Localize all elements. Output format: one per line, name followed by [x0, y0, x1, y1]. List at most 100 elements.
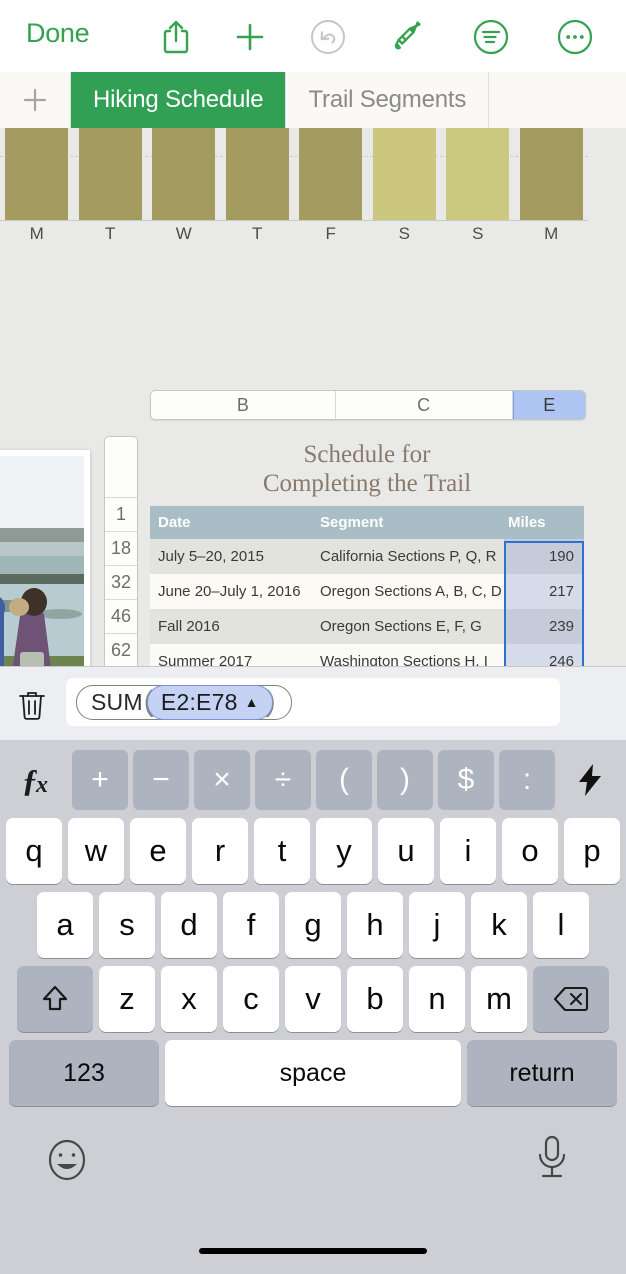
table-title[interactable]: Schedule for Completing the Trail: [150, 440, 584, 498]
operator-key-plus[interactable]: +: [72, 750, 128, 810]
cell-miles[interactable]: 239: [504, 609, 584, 644]
cell-date[interactable]: Summer 2017: [150, 644, 320, 666]
sheet-tab-hiking-schedule[interactable]: Hiking Schedule: [71, 72, 287, 128]
key-h[interactable]: h: [347, 892, 403, 958]
key-v[interactable]: v: [285, 966, 341, 1032]
spreadsheet-canvas[interactable]: M T W T F S S M B C E 1 18 32 46 62 Sche…: [0, 128, 626, 666]
row-header-46[interactable]: 46: [105, 600, 137, 634]
operator-key-dollar[interactable]: $: [438, 750, 494, 810]
header-cell-date: Date: [158, 514, 191, 531]
cell-segment[interactable]: Oregon Sections A, B, C, D: [320, 574, 504, 609]
trash-icon[interactable]: [17, 689, 47, 721]
key-m[interactable]: m: [471, 966, 527, 1032]
key-u[interactable]: u: [378, 818, 434, 884]
chevron-up-icon[interactable]: ▲: [245, 694, 259, 710]
table-row[interactable]: Fall 2016 Oregon Sections E, F, G 239: [150, 609, 584, 644]
chart-x-tick: F: [325, 224, 336, 243]
cell-date[interactable]: June 20–July 1, 2016: [150, 574, 320, 609]
format-brush-icon[interactable]: [387, 16, 429, 58]
key-t[interactable]: t: [254, 818, 310, 884]
sheet-tab-overflow[interactable]: [489, 72, 626, 128]
key-k[interactable]: k: [471, 892, 527, 958]
undo-icon[interactable]: [307, 16, 349, 58]
table-row[interactable]: July 5–20, 2015 California Sections P, Q…: [150, 539, 584, 574]
row-header-1[interactable]: 1: [105, 498, 137, 532]
key-b[interactable]: b: [347, 966, 403, 1032]
column-header-label: B: [236, 394, 249, 415]
row-header-62[interactable]: 62: [105, 634, 137, 666]
column-header-b[interactable]: B: [151, 391, 336, 419]
operator-key-colon[interactable]: :: [499, 750, 555, 810]
cell-miles[interactable]: 190: [504, 539, 584, 574]
schedule-table[interactable]: Date Segment Miles July 5–20, 2015 Calif…: [150, 506, 584, 666]
cell-miles[interactable]: 246: [504, 644, 584, 666]
bar-chart[interactable]: M T W T F S S M: [0, 128, 588, 246]
operator-key-multiply[interactable]: ×: [194, 750, 250, 810]
formula-range-token[interactable]: E2:E78 ▲: [146, 684, 273, 720]
key-o[interactable]: o: [502, 818, 558, 884]
key-j[interactable]: j: [409, 892, 465, 958]
numbers-key[interactable]: 123: [9, 1040, 159, 1106]
chart-bar-item: [368, 128, 442, 220]
key-n[interactable]: n: [409, 966, 465, 1032]
key-e[interactable]: e: [130, 818, 186, 884]
header-cell-segment: Segment: [320, 514, 384, 531]
emoji-icon[interactable]: [44, 1136, 92, 1184]
key-l[interactable]: l: [533, 892, 589, 958]
table-row[interactable]: June 20–July 1, 2016 Oregon Sections A, …: [150, 574, 584, 609]
key-x[interactable]: x: [161, 966, 217, 1032]
key-d[interactable]: d: [161, 892, 217, 958]
shift-icon[interactable]: [17, 966, 93, 1032]
formula-function-token[interactable]: SUM ( E2:E78 ▲ ): [76, 684, 292, 720]
formula-input-field[interactable]: SUM ( E2:E78 ▲ ): [66, 678, 560, 726]
cell-date[interactable]: July 5–20, 2015: [150, 539, 320, 574]
sheet-tab-trail-segments[interactable]: Trail Segments: [286, 72, 490, 128]
photo-thumbnail[interactable]: [0, 450, 90, 666]
cell-date[interactable]: Fall 2016: [150, 609, 320, 644]
row-header-label: 62: [110, 640, 132, 660]
sheet-tab-label: Hiking Schedule: [93, 86, 264, 113]
row-header-label: 18: [110, 538, 132, 558]
key-y[interactable]: y: [316, 818, 372, 884]
key-q[interactable]: q: [6, 818, 62, 884]
key-g[interactable]: g: [285, 892, 341, 958]
operator-key-close-paren[interactable]: ): [377, 750, 433, 810]
column-header-e[interactable]: E: [512, 391, 585, 419]
function-picker-button[interactable]: ƒx: [0, 762, 72, 799]
operator-key-open-paren[interactable]: (: [316, 750, 372, 810]
organize-icon[interactable]: [470, 16, 512, 58]
table-row[interactable]: Summer 2017 Washington Sections H, I 246: [150, 644, 584, 666]
cell-miles[interactable]: 217: [504, 574, 584, 609]
more-icon[interactable]: [554, 16, 596, 58]
space-key[interactable]: space: [165, 1040, 461, 1106]
key-a[interactable]: a: [37, 892, 93, 958]
keyboard-bottom-row: [0, 1118, 626, 1208]
done-button[interactable]: Done: [26, 18, 90, 49]
key-z[interactable]: z: [99, 966, 155, 1032]
row-header-32[interactable]: 32: [105, 566, 137, 600]
share-icon[interactable]: [155, 16, 197, 58]
operator-key-minus[interactable]: −: [133, 750, 189, 810]
backspace-icon[interactable]: [533, 966, 609, 1032]
key-i[interactable]: i: [440, 818, 496, 884]
column-header-c[interactable]: C: [336, 391, 513, 419]
onscreen-keyboard: ƒx + − × ÷ ( ) $ : q w e r t y u i o p a…: [0, 740, 626, 1274]
cell-segment[interactable]: California Sections P, Q, R: [320, 539, 504, 574]
operator-key-divide[interactable]: ÷: [255, 750, 311, 810]
key-c[interactable]: c: [223, 966, 279, 1032]
add-sheet-button[interactable]: [0, 72, 71, 128]
row-header-18[interactable]: 18: [105, 532, 137, 566]
key-r[interactable]: r: [192, 818, 248, 884]
key-s[interactable]: s: [99, 892, 155, 958]
microphone-icon[interactable]: [534, 1134, 574, 1186]
insert-icon[interactable]: [229, 16, 271, 58]
key-w[interactable]: w: [68, 818, 124, 884]
key-f[interactable]: f: [223, 892, 279, 958]
cell-segment[interactable]: Washington Sections H, I: [320, 644, 504, 666]
sheet-tab-label: Trail Segments: [308, 86, 467, 113]
chart-bar-item: [0, 128, 74, 220]
key-p[interactable]: p: [564, 818, 620, 884]
return-key[interactable]: return: [467, 1040, 617, 1106]
quick-formula-icon[interactable]: [560, 764, 620, 796]
cell-segment[interactable]: Oregon Sections E, F, G: [320, 609, 504, 644]
